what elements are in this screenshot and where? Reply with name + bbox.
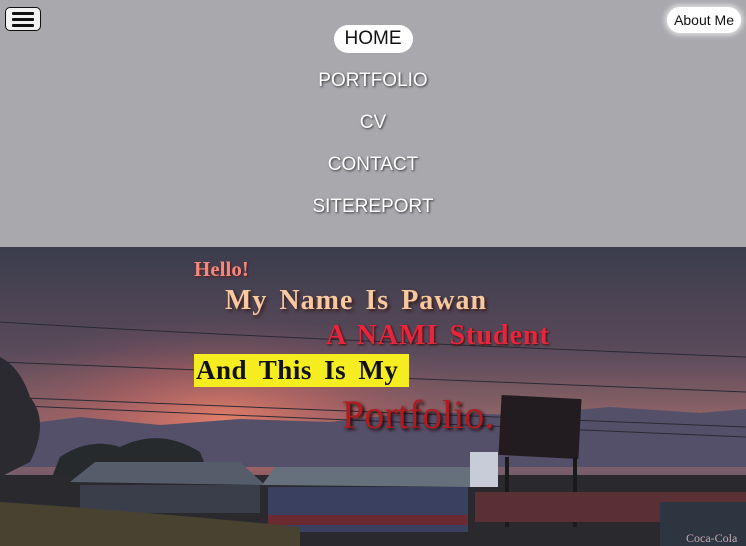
nav-link-sitereport[interactable]: SITEREPORT (301, 193, 444, 221)
nav-link-portfolio[interactable]: PORTFOLIO (307, 67, 438, 95)
top-navigation-panel: About Me HOME PORTFOLIO CV CONTACT SITER… (0, 0, 746, 247)
nav-link-cv[interactable]: CV (349, 109, 397, 137)
hamburger-icon (12, 11, 34, 15)
nav-link-contact[interactable]: CONTACT (317, 151, 429, 179)
hero-name-line: My Name Is Pawan (225, 285, 488, 316)
hero-intro-line: And This Is My (194, 354, 409, 387)
sign-text: Coca-Cola (686, 531, 738, 545)
nav-item-sitereport: SITEREPORT (0, 193, 746, 235)
nav-item-portfolio: PORTFOLIO (0, 67, 746, 109)
hero-greeting: Hello! (194, 257, 249, 281)
nav-item-home: HOME (0, 25, 746, 67)
nav-item-contact: CONTACT (0, 151, 746, 193)
main-nav: HOME PORTFOLIO CV CONTACT SITEREPORT (0, 25, 746, 235)
hamburger-icon-bar (12, 17, 34, 21)
hero-portfolio-word: Portfolio. (342, 392, 495, 437)
nav-link-home[interactable]: HOME (333, 25, 413, 53)
hero-role-line: A NAMI Student (326, 320, 550, 351)
nav-item-cv: CV (0, 109, 746, 151)
